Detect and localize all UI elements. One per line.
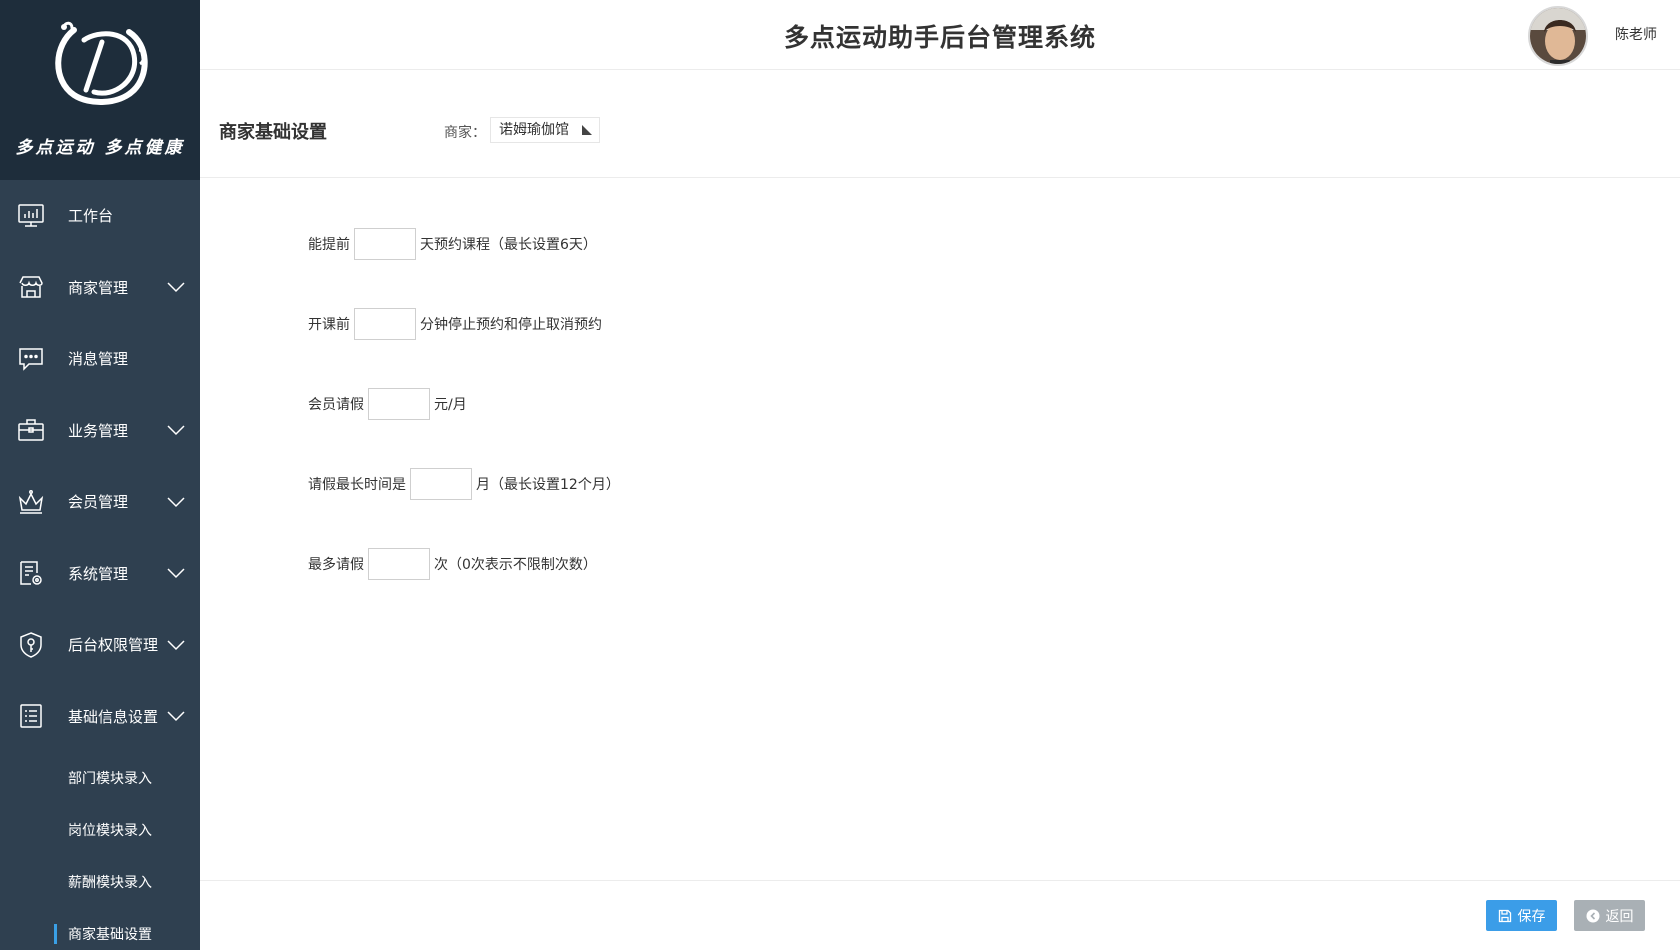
leave-max-months-input[interactable] bbox=[410, 468, 472, 500]
sidebar-subitem-department[interactable]: 部门模块录入 bbox=[0, 752, 200, 804]
sidebar-item-member[interactable]: 会员管理 bbox=[0, 466, 200, 538]
brand-logo bbox=[55, 21, 148, 105]
back-button-label: 返回 bbox=[1605, 908, 1634, 925]
sidebar-subitem-position[interactable]: 岗位模块录入 bbox=[0, 804, 200, 856]
form-hint: 元/月 bbox=[434, 397, 467, 413]
sidebar: 多点运动 多点健康 工作台 商家管理 消息管理 业务管理 会员管理 系统管理 后… bbox=[0, 0, 200, 950]
dropdown-corner-icon bbox=[582, 125, 592, 135]
sidebar-item-label: 业务管理 bbox=[68, 421, 129, 440]
avatar[interactable] bbox=[1528, 6, 1588, 66]
form-hint: 分钟停止预约和停止取消预约 bbox=[420, 317, 602, 333]
form-label: 会员请假 bbox=[308, 397, 364, 413]
chevron-down-icon bbox=[167, 425, 185, 436]
list-icon bbox=[20, 704, 42, 728]
system-settings-icon bbox=[20, 561, 42, 585]
message-icon bbox=[19, 348, 43, 371]
sidebar-item-permission[interactable]: 后台权限管理 bbox=[0, 609, 200, 681]
sidebar-item-business[interactable]: 业务管理 bbox=[0, 395, 200, 467]
chevron-down-icon bbox=[167, 640, 185, 650]
sidebar-item-label: 后台权限管理 bbox=[68, 636, 159, 655]
form-row-leave-fee: 会员请假 元/月 bbox=[308, 388, 467, 420]
sidebar-subitem-label: 薪酬模块录入 bbox=[68, 875, 152, 891]
form-label: 请假最长时间是 bbox=[308, 477, 406, 493]
sidebar-item-label: 消息管理 bbox=[68, 350, 129, 369]
user-avatar-image bbox=[1530, 8, 1586, 64]
sidebar-item-label: 基础信息设置 bbox=[68, 707, 159, 726]
sidebar-subitem-label: 部门模块录入 bbox=[68, 771, 152, 787]
chevron-down-icon bbox=[167, 282, 185, 293]
merchant-select-value: 诺姆瑜伽馆 bbox=[499, 122, 569, 138]
brand-slogan: 多点运动 多点健康 bbox=[15, 138, 185, 158]
back-button[interactable]: 返回 bbox=[1574, 900, 1645, 931]
form-row-leave-max-duration: 请假最长时间是 月（最长设置12个月） bbox=[308, 468, 620, 500]
sidebar-item-system[interactable]: 系统管理 bbox=[0, 538, 200, 610]
dashboard-icon bbox=[18, 204, 44, 227]
form-row-stop-booking: 开课前 分钟停止预约和停止取消预约 bbox=[308, 308, 602, 340]
merchant-label: 商家： bbox=[444, 125, 486, 141]
sidebar-item-label: 商家管理 bbox=[68, 278, 129, 297]
chevron-down-icon bbox=[167, 497, 185, 507]
sidebar-nav: 工作台 商家管理 消息管理 业务管理 会员管理 系统管理 后台权限管理 基础信息… bbox=[0, 180, 200, 950]
advance-days-input[interactable] bbox=[354, 228, 416, 260]
chevron-down-icon bbox=[167, 568, 185, 579]
merchant-select[interactable]: 诺姆瑜伽馆 bbox=[490, 117, 600, 143]
page-head: 商家基础设置 商家： 诺姆瑜伽馆 bbox=[200, 70, 1680, 178]
form-row-leave-max-times: 最多请假 次（0次表示不限制次数） bbox=[308, 548, 597, 580]
top-header: 多点运动助手后台管理系统 陈老师 bbox=[200, 0, 1680, 70]
permission-key-icon bbox=[20, 631, 42, 658]
footer-actions: 保存 返回 bbox=[200, 880, 1680, 950]
crown-icon bbox=[18, 489, 44, 514]
save-button[interactable]: 保存 bbox=[1486, 900, 1557, 931]
sidebar-subitem-merchant-basic-settings[interactable]: 商家基础设置 bbox=[0, 908, 200, 950]
form-row-advance-booking: 能提前 天预约课程（最长设置6天） bbox=[308, 228, 597, 260]
form-hint: 次（0次表示不限制次数） bbox=[434, 557, 597, 573]
username[interactable]: 陈老师 bbox=[1615, 24, 1657, 44]
briefcase-icon bbox=[18, 419, 44, 441]
form-hint: 天预约课程（最长设置6天） bbox=[420, 237, 597, 253]
sidebar-item-merchant[interactable]: 商家管理 bbox=[0, 252, 200, 324]
back-icon bbox=[1586, 909, 1599, 922]
form-label: 能提前 bbox=[308, 237, 350, 253]
sidebar-item-label: 工作台 bbox=[68, 207, 114, 226]
app-title: 多点运动助手后台管理系统 bbox=[783, 23, 1096, 52]
form-label: 最多请假 bbox=[308, 557, 364, 573]
sidebar-item-workbench[interactable]: 工作台 bbox=[0, 180, 200, 252]
save-icon bbox=[1498, 909, 1511, 922]
save-button-label: 保存 bbox=[1517, 908, 1546, 925]
leave-max-times-input[interactable] bbox=[368, 548, 430, 580]
logo-area: 多点运动 多点健康 bbox=[0, 0, 200, 180]
sidebar-subitem-label: 岗位模块录入 bbox=[68, 823, 152, 839]
sidebar-item-label: 会员管理 bbox=[68, 493, 129, 512]
sidebar-subitem-label: 商家基础设置 bbox=[68, 927, 152, 943]
sidebar-item-label: 系统管理 bbox=[68, 564, 129, 583]
chevron-down-icon bbox=[167, 711, 185, 722]
form-label: 开课前 bbox=[308, 317, 350, 333]
page-title: 商家基础设置 bbox=[219, 122, 327, 143]
sidebar-item-basic-info[interactable]: 基础信息设置 bbox=[0, 681, 200, 753]
stop-booking-minutes-input[interactable] bbox=[354, 308, 416, 340]
leave-fee-input[interactable] bbox=[368, 388, 430, 420]
sidebar-subitem-salary[interactable]: 薪酬模块录入 bbox=[0, 856, 200, 908]
form-hint: 月（最长设置12个月） bbox=[476, 477, 620, 493]
sidebar-item-message[interactable]: 消息管理 bbox=[0, 323, 200, 395]
store-icon bbox=[19, 276, 43, 298]
